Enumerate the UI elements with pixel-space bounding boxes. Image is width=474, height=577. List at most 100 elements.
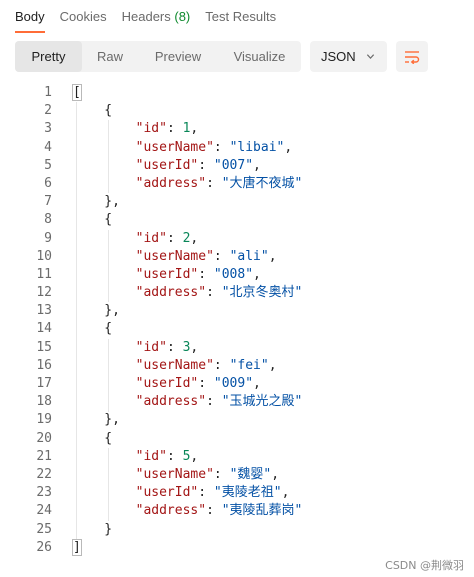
code-token: : xyxy=(206,285,222,301)
code-line: 12 "address": "北京冬奥村" xyxy=(0,284,474,302)
open-array-bracket: [ xyxy=(72,84,82,101)
json-key-id: "id" xyxy=(135,121,167,137)
line-number: 4 xyxy=(44,139,52,155)
close-object-brace: }, xyxy=(73,194,120,210)
code-token: , xyxy=(268,248,277,264)
code-text: { xyxy=(73,211,112,229)
json-value-address: "玉城光之殿" xyxy=(221,394,303,410)
code-text: [ xyxy=(72,84,82,102)
code-line: 25 } xyxy=(0,521,474,539)
line-number: 11 xyxy=(36,266,52,282)
json-value-username: "魏婴" xyxy=(229,466,272,482)
code-line: 22 "userName": "魏婴", xyxy=(0,466,474,484)
code-line: 16 "userName": "fei", xyxy=(0,357,474,375)
tab-test-results[interactable]: Test Results xyxy=(205,8,276,34)
code-line: 8 { xyxy=(0,211,474,229)
json-key-id: "id" xyxy=(135,230,167,246)
code-line: 10 "userName": "ali", xyxy=(0,248,474,266)
code-text: "id": 1, xyxy=(73,120,199,138)
json-key-username: "userName" xyxy=(135,466,214,482)
code-token: , xyxy=(281,485,290,501)
close-object-brace: }, xyxy=(73,303,120,319)
pretty-button[interactable]: Pretty xyxy=(15,41,82,72)
headers-count-badge: (8) xyxy=(174,9,191,24)
code-token: : xyxy=(198,266,214,282)
code-line: 4 "userName": "libai", xyxy=(0,139,474,157)
code-text: ] xyxy=(72,538,82,557)
line-number: 9 xyxy=(44,230,52,246)
line-number: 3 xyxy=(44,121,52,137)
indent-guide xyxy=(108,448,109,521)
code-token: , xyxy=(190,339,199,355)
response-body-viewer[interactable]: 1[2 {3 "id": 1, 4 "userName": "libai", 5 "… xyxy=(0,84,474,557)
json-key-id: "id" xyxy=(135,339,167,355)
code-line: 13 }, xyxy=(0,302,474,320)
indent-guide xyxy=(108,338,109,412)
line-number: 17 xyxy=(36,376,52,391)
response-tabs: Body Cookies Headers (8) Test Results xyxy=(15,8,276,34)
json-value-address: "夷陵乱葬岗" xyxy=(221,503,303,519)
tab-headers[interactable]: Headers (8) xyxy=(122,8,191,34)
code-text: "userId": "007", xyxy=(73,157,261,175)
format-dropdown-value: JSON xyxy=(321,49,356,64)
code-text: "userId": "夷陵老祖", xyxy=(73,484,290,502)
code-token: : xyxy=(198,376,214,391)
code-token: , xyxy=(271,466,280,482)
tab-headers-label: Headers xyxy=(121,9,171,24)
code-line: 11 "userId": "008", xyxy=(0,266,474,284)
code-line: 9 "id": 2, xyxy=(0,230,474,248)
code-text: "userName": "fei", xyxy=(73,357,277,375)
json-key-id: "id" xyxy=(135,448,167,464)
json-key-address: "address" xyxy=(135,175,207,191)
code-line: 26] xyxy=(0,538,474,557)
raw-button[interactable]: Raw xyxy=(82,41,138,72)
code-text: "userId": "008", xyxy=(73,266,261,284)
json-key-userid: "userId" xyxy=(135,157,199,173)
code-line: 15 "id": 3, xyxy=(0,339,474,357)
wrap-lines-button[interactable] xyxy=(396,41,428,72)
line-number: 5 xyxy=(44,157,52,173)
open-object-brace: { xyxy=(73,212,113,228)
code-token: , xyxy=(253,376,261,391)
code-text: { xyxy=(73,430,112,448)
code-token: , xyxy=(284,139,293,155)
line-number: 14 xyxy=(36,321,52,337)
code-token: : xyxy=(166,448,183,464)
code-line: 18 "address": "玉城光之殿" xyxy=(0,393,474,411)
code-text: }, xyxy=(73,302,120,320)
close-object-brace: }, xyxy=(73,412,120,428)
code-line: 14 { xyxy=(0,320,474,338)
code-token: : xyxy=(206,503,222,519)
code-token: : xyxy=(198,157,214,173)
json-value-userid: "夷陵老祖" xyxy=(213,485,282,501)
code-line: 24 "address": "夷陵乱葬岗" xyxy=(0,502,474,520)
code-text: "id": 5, xyxy=(73,448,199,466)
json-value-userid: "008" xyxy=(213,266,254,282)
code-token: , xyxy=(268,357,277,373)
code-line: 19 }, xyxy=(0,411,474,429)
close-array-bracket: ] xyxy=(72,538,82,556)
active-tab-indicator xyxy=(15,31,45,33)
line-number: 13 xyxy=(36,303,52,319)
line-number: 22 xyxy=(36,466,52,482)
code-token: : xyxy=(213,466,230,482)
line-number: 6 xyxy=(44,175,52,191)
json-key-address: "address" xyxy=(135,503,207,519)
preview-button[interactable]: Preview xyxy=(138,41,218,72)
visualize-button[interactable]: Visualize xyxy=(218,41,301,72)
code-text: }, xyxy=(73,193,120,211)
code-token: : xyxy=(198,485,214,501)
format-dropdown[interactable]: JSON xyxy=(310,41,387,72)
open-object-brace: { xyxy=(73,321,113,337)
tab-cookies[interactable]: Cookies xyxy=(60,8,107,34)
json-key-username: "userName" xyxy=(135,248,214,264)
json-key-address: "address" xyxy=(135,394,207,410)
